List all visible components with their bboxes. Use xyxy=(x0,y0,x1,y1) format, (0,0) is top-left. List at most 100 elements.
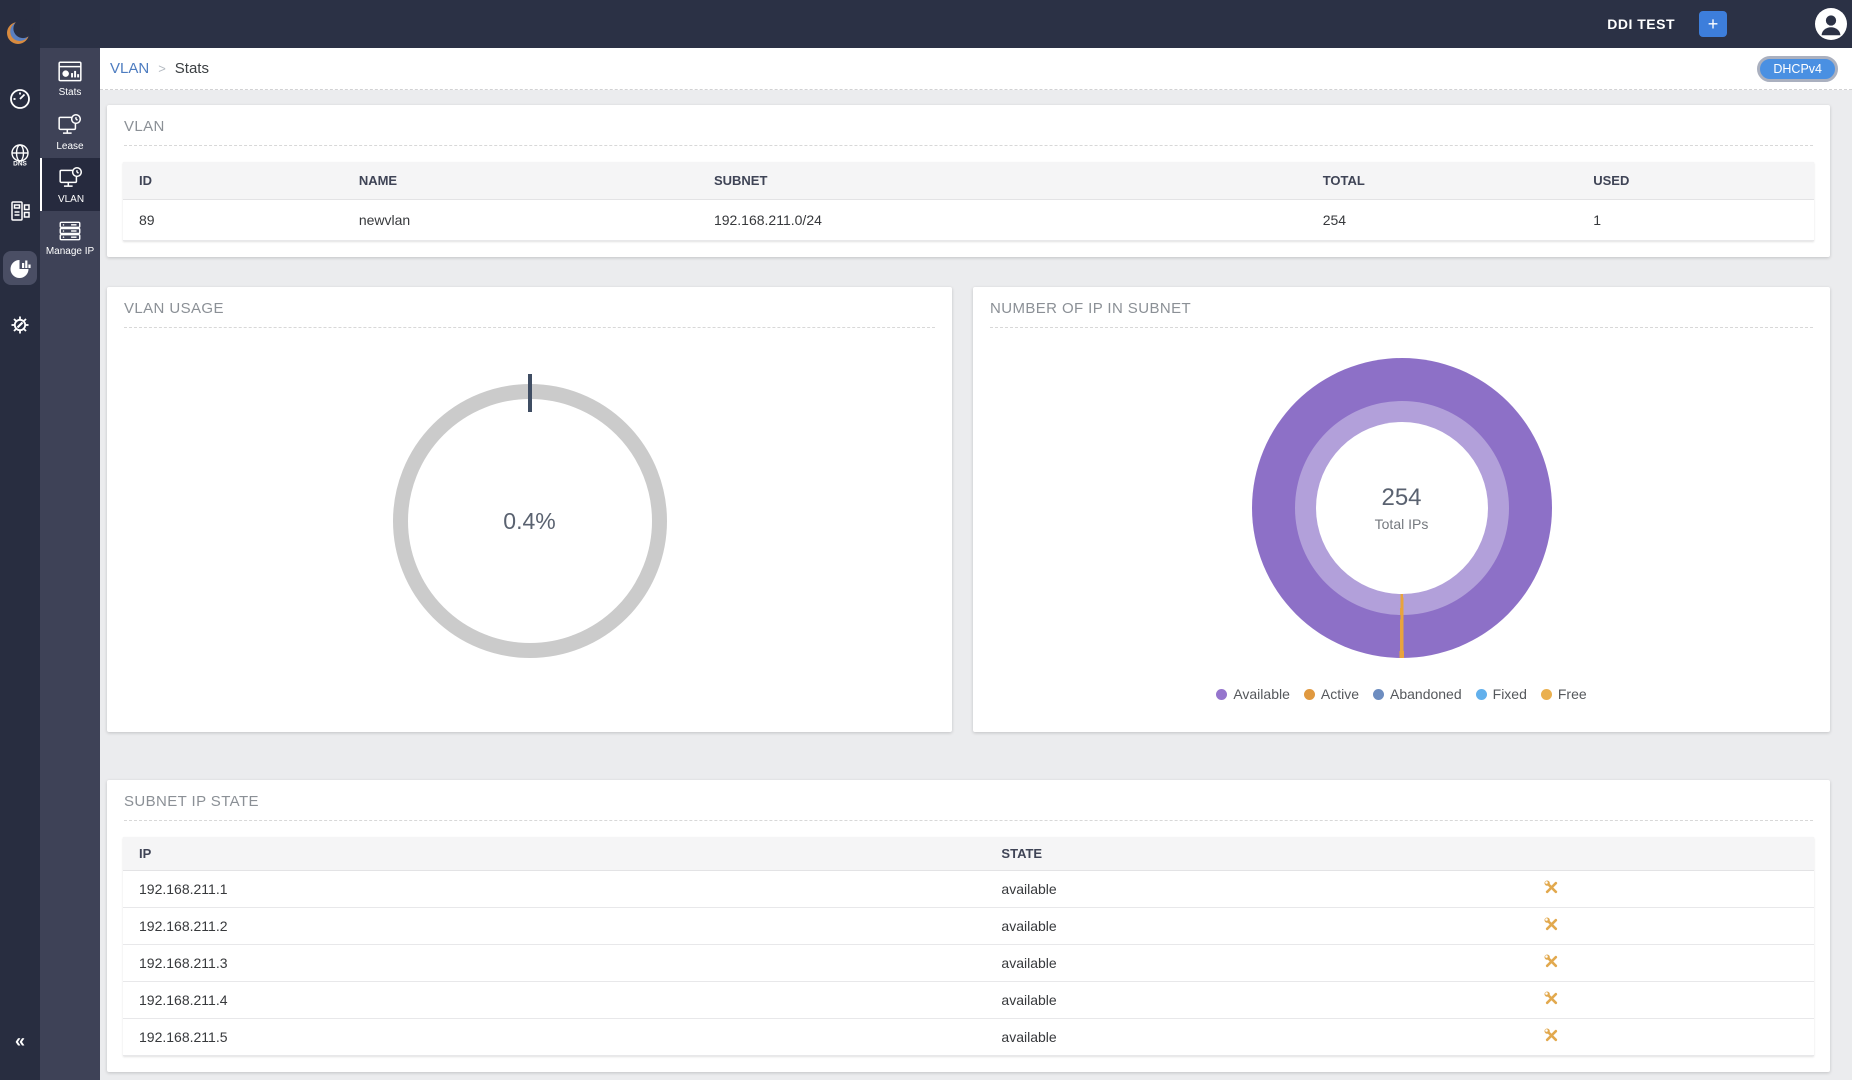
legend-dot xyxy=(1373,689,1384,700)
add-button[interactable]: + xyxy=(1699,11,1727,37)
usage-gauge-chart: 0.4% xyxy=(393,384,667,658)
stats-window-icon xyxy=(57,60,83,84)
monitor-clock-icon xyxy=(58,165,84,191)
column-header-actions xyxy=(1543,837,1814,871)
legend-item-fixed[interactable]: Fixed xyxy=(1476,686,1527,702)
ip-cell: 192.168.211.5 xyxy=(123,1019,985,1056)
vlan-card: VLAN ID NAME SUBNET TOTAL USED xyxy=(107,105,1830,257)
sidebar-item-label: VLAN xyxy=(58,194,84,205)
sidebar-item-label: Lease xyxy=(56,141,83,152)
vlan-subnet-cell: 192.168.211.0/24 xyxy=(698,200,1307,241)
subnet-chart-title: NUMBER OF IP IN SUBNET xyxy=(973,287,1830,327)
vlan-usage-title: VLAN USAGE xyxy=(107,287,952,327)
ip-cell: 192.168.211.1 xyxy=(123,871,985,908)
vlan-id-cell: 89 xyxy=(123,200,343,241)
legend-dot xyxy=(1476,689,1487,700)
protocol-badge[interactable]: DHCPv4 xyxy=(1757,56,1838,82)
content: VLAN ID NAME SUBNET TOTAL USED xyxy=(100,90,1852,1072)
monitor-clock-icon xyxy=(57,112,83,138)
ip-state-table: IP STATE 192.168.211.1 available 192.168 xyxy=(123,837,1814,1056)
icon-rail: DNS xyxy=(0,0,40,1080)
tools-icon[interactable] xyxy=(1543,957,1560,973)
ip-cell: 192.168.211.3 xyxy=(123,945,985,982)
tools-icon[interactable] xyxy=(1543,994,1560,1010)
user-avatar[interactable] xyxy=(1815,8,1847,40)
vlan-table-header-row: ID NAME SUBNET TOTAL USED xyxy=(123,162,1814,200)
column-header-state: STATE xyxy=(985,837,1543,871)
subnet-ip-chart-card: NUMBER OF IP IN SUBNET 254 Total IPs Ava… xyxy=(973,287,1830,732)
tools-icon[interactable] xyxy=(1543,920,1560,936)
vlan-name-cell: newvlan xyxy=(343,200,698,241)
main-area: VLAN > Stats DHCPv4 VLAN ID NAME SUBNET … xyxy=(100,48,1852,1080)
state-cell: available xyxy=(985,908,1543,945)
legend-item-active[interactable]: Active xyxy=(1304,686,1359,702)
ipam-rack-icon[interactable] xyxy=(4,195,36,227)
breadcrumb-bar: VLAN > Stats DHCPv4 xyxy=(100,48,1852,90)
legend-item-available[interactable]: Available xyxy=(1216,686,1290,702)
subnet-ip-state-card: SUBNET IP STATE IP STATE 192.168.211. xyxy=(107,780,1830,1072)
page-title: Stats xyxy=(175,60,209,77)
state-cell: available xyxy=(985,982,1543,1019)
legend-label: Active xyxy=(1321,686,1359,702)
table-row[interactable]: 192.168.211.2 available xyxy=(123,908,1814,945)
sidebar-item-label: Stats xyxy=(59,87,82,98)
settings-gear-icon[interactable] xyxy=(4,309,36,341)
sidebar-item-stats[interactable]: Stats xyxy=(40,52,100,105)
dns-globe-icon[interactable]: DNS xyxy=(4,139,36,171)
sidebar-item-manage-ip[interactable]: Manage IP xyxy=(40,211,100,264)
ip-state-header-row: IP STATE xyxy=(123,837,1814,871)
breadcrumb-separator: > xyxy=(158,61,166,76)
column-header-ip: IP xyxy=(123,837,985,871)
breadcrumb: VLAN > Stats xyxy=(110,60,209,77)
column-header-name: NAME xyxy=(343,162,698,200)
vlan-table: ID NAME SUBNET TOTAL USED 89 newvlan 192… xyxy=(123,162,1814,241)
top-bar: DDI TEST + xyxy=(40,0,1852,48)
person-icon xyxy=(1816,9,1846,39)
column-header-id: ID xyxy=(123,162,343,200)
vlan-usage-card: VLAN USAGE 0.4% xyxy=(107,287,952,732)
total-ips-value: 254 xyxy=(1381,484,1421,512)
column-header-used: USED xyxy=(1577,162,1814,200)
stats-pie-icon[interactable] xyxy=(3,251,37,285)
ip-cell: 192.168.211.2 xyxy=(123,908,985,945)
legend-dot xyxy=(1541,689,1552,700)
legend-item-free[interactable]: Free xyxy=(1541,686,1587,702)
subnet-ip-state-title: SUBNET IP STATE xyxy=(107,780,1830,820)
server-stack-icon xyxy=(57,219,83,243)
legend-label: Abandoned xyxy=(1390,686,1462,702)
legend-dot xyxy=(1304,689,1315,700)
breadcrumb-parent-link[interactable]: VLAN xyxy=(110,60,149,77)
tools-icon[interactable] xyxy=(1543,883,1560,899)
vlan-card-title: VLAN xyxy=(107,105,1830,145)
legend-label: Fixed xyxy=(1493,686,1527,702)
divider xyxy=(124,327,935,328)
module-sidebar: Stats Lease VLAN xyxy=(40,48,100,1080)
table-row[interactable]: 192.168.211.5 available xyxy=(123,1019,1814,1056)
table-row[interactable]: 192.168.211.4 available xyxy=(123,982,1814,1019)
usage-percent-value: 0.4% xyxy=(503,508,555,535)
state-cell: available xyxy=(985,871,1543,908)
table-row[interactable]: 89 newvlan 192.168.211.0/24 254 1 xyxy=(123,200,1814,241)
divider xyxy=(990,327,1813,328)
table-row[interactable]: 192.168.211.3 available xyxy=(123,945,1814,982)
svg-text:DNS: DNS xyxy=(13,161,27,168)
column-header-total: TOTAL xyxy=(1307,162,1578,200)
table-row[interactable]: 192.168.211.1 available xyxy=(123,871,1814,908)
legend-item-abandoned[interactable]: Abandoned xyxy=(1373,686,1462,702)
sidebar-item-label: Manage IP xyxy=(46,246,94,257)
donut-center: 254 Total IPs xyxy=(1316,422,1488,594)
sidebar-item-lease[interactable]: Lease xyxy=(40,105,100,158)
dashboard-gauge-icon[interactable] xyxy=(4,83,36,115)
tools-icon[interactable] xyxy=(1543,1031,1560,1047)
brand-logo-icon xyxy=(5,16,35,53)
total-ips-label: Total IPs xyxy=(1375,516,1429,532)
sidebar-item-vlan[interactable]: VLAN xyxy=(40,158,100,211)
state-cell: available xyxy=(985,945,1543,982)
column-header-subnet: SUBNET xyxy=(698,162,1307,200)
ip-cell: 192.168.211.4 xyxy=(123,982,985,1019)
sidebar-collapse-button[interactable]: « xyxy=(0,1031,40,1052)
vlan-used-cell: 1 xyxy=(1577,200,1814,241)
donut-legend: Available Active Abandoned Fixed xyxy=(973,686,1830,702)
state-cell: available xyxy=(985,1019,1543,1056)
ip-donut-chart: 254 Total IPs xyxy=(1252,358,1552,658)
